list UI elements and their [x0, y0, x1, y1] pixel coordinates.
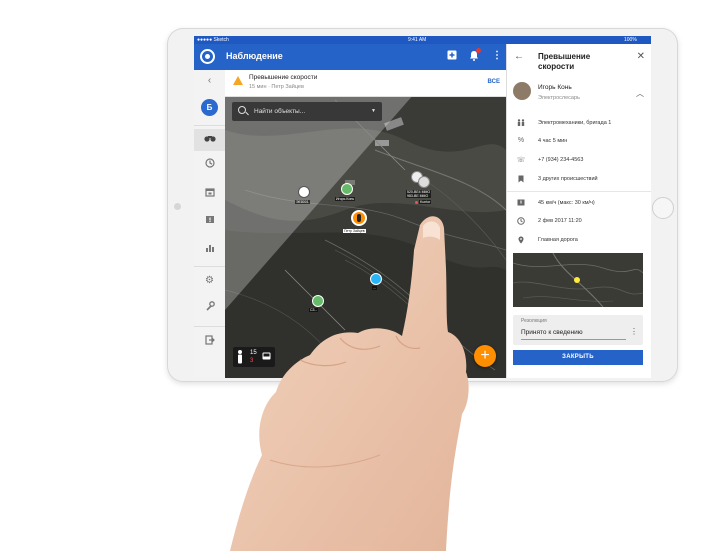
map-marker-person[interactable] [341, 183, 353, 195]
map-marker-label: ЭЕ8001 [295, 200, 310, 204]
panel-divider [507, 191, 651, 192]
detail-row-duration: % 4 час 5 мин [507, 135, 651, 149]
people-count: 15 [250, 350, 257, 356]
employee-avatar [513, 82, 531, 100]
mini-map[interactable] [513, 253, 643, 307]
notification-subtitle: 15 мин · Петр Зайцев [249, 84, 304, 90]
team-icon [516, 119, 526, 128]
search-icon [238, 106, 246, 114]
wrench-icon[interactable] [194, 298, 225, 320]
map-marker-label: Игорь Конь [335, 197, 356, 201]
detail-row-team: Электромеханики, бригада 1 [507, 117, 651, 131]
dropdown-arrow-icon[interactable]: ▼ [371, 108, 376, 114]
close-incident-button[interactable]: ЗАКРЫТЬ [513, 350, 643, 365]
map-marker-cluster[interactable] [418, 176, 430, 188]
map-marker-truck[interactable] [298, 186, 310, 198]
speed-text: 45 км/ч (макс: 30 км/ч) [538, 200, 595, 206]
add-fab-button[interactable]: + [474, 345, 496, 367]
tablet-home-button[interactable] [652, 197, 674, 219]
bus-icon [262, 352, 271, 363]
user-avatar[interactable]: Б [201, 99, 218, 116]
app-logo-icon [200, 49, 215, 64]
people-alert-count: 3 [250, 358, 254, 364]
collapse-chevron-icon[interactable]: ‹ [194, 70, 225, 92]
map-marker-label: 420-540 ММО [419, 308, 444, 312]
location-text: Главная дорога [538, 237, 578, 243]
back-arrow-icon[interactable]: ← [514, 51, 524, 62]
employee-name: Игорь Конь [538, 84, 572, 91]
rail-divider [194, 326, 225, 327]
map-marker-label: С3... [309, 308, 319, 312]
status-battery: 100% [624, 37, 637, 43]
history-icon[interactable] [194, 155, 225, 177]
percent-icon: % [517, 137, 525, 144]
notification-title: Превышение скорости [249, 74, 318, 81]
incidents-text[interactable]: 3 других происшествий [538, 176, 598, 182]
chevron-up-icon[interactable]: ︿ [636, 88, 644, 99]
binoculars-icon[interactable] [194, 129, 225, 151]
close-icon[interactable]: ✕ [637, 51, 645, 62]
location-pin-icon [516, 236, 526, 246]
detail-row-location: Главная дорога [507, 234, 651, 248]
detail-row-phone: ☏ +7 (934) 234-4563 [507, 154, 651, 168]
resolution-underline [521, 339, 626, 340]
app-title: Наблюдение [226, 51, 283, 61]
status-carrier: ●●●●● Sketch [197, 37, 229, 43]
tablet-camera [174, 203, 181, 210]
add-box-icon[interactable] [447, 50, 457, 64]
place-dot [415, 201, 418, 204]
employee-role: Электрослесарь [538, 95, 580, 101]
datetime-text: 2 фев 2017 11:20 [538, 218, 582, 224]
exit-icon[interactable] [194, 332, 225, 354]
resolution-select[interactable]: Резолюция Принято к сведению ⋮ [513, 315, 643, 345]
status-time: 9:41 AM [408, 37, 427, 43]
warning-icon [233, 76, 243, 85]
app-bar: Наблюдение ⋮ [194, 44, 506, 70]
map-marker-label: Kuntor [419, 200, 432, 204]
sidebar-rail: ‹ Б ⚙ [194, 70, 226, 378]
mini-map-terrain [513, 253, 643, 307]
search-input[interactable]: Найти объекты... [254, 108, 305, 115]
view-all-link[interactable]: ВСЕ [488, 79, 500, 85]
detail-row-incidents: 3 других происшествий [507, 173, 651, 187]
bar-chart-icon[interactable] [194, 240, 225, 262]
map-marker-label: 520-ВЕ4 ММО 983-ВЕ ММО [406, 190, 432, 198]
rail-divider [194, 266, 225, 267]
map-marker-vehicle[interactable] [370, 273, 382, 285]
detail-row-speed: 45 км/ч (макс: 30 км/ч) [507, 197, 651, 211]
panel-title: Превышение скорости [538, 52, 591, 71]
incident-details-panel: ← Превышение скорости ✕ Игорь Конь Элект… [506, 44, 651, 378]
map-marker-label: Петр Зайцев [343, 229, 366, 233]
more-vert-icon[interactable]: ⋮ [492, 50, 502, 62]
notification-badge [476, 48, 481, 53]
clock-icon [516, 217, 526, 227]
calendar-icon[interactable] [194, 184, 225, 206]
settings-gears-icon[interactable]: ⚙ [194, 270, 225, 292]
object-counter[interactable]: 15 3 [233, 347, 275, 367]
map-marker-alert-person[interactable] [351, 210, 367, 226]
resolution-label: Резолюция [521, 318, 547, 324]
resolution-value[interactable]: Принято к сведению [521, 329, 583, 336]
incident-notification[interactable]: Превышение скорости 15 мин · Петр Зайцев… [225, 70, 506, 97]
status-bar: ●●●●● Sketch 9:41 AM 100% [194, 36, 651, 44]
search-bar[interactable]: Найти объекты... ▼ [232, 102, 382, 121]
report-icon[interactable] [194, 212, 225, 234]
more-vert-icon[interactable]: ⋮ [630, 327, 638, 336]
team-text: Электромеханики, бригада 1 [538, 120, 612, 126]
detail-row-datetime: 2 фев 2017 11:20 [507, 215, 651, 229]
bookmark-icon [516, 175, 526, 185]
map-marker-vehicle[interactable] [312, 295, 324, 307]
duration-text: 4 час 5 мин [538, 138, 568, 144]
alert-message-icon [516, 199, 526, 209]
person-icon [237, 350, 243, 367]
map-marker-vehicle[interactable] [424, 294, 436, 306]
person-icon [357, 214, 361, 222]
map-marker-label: ... [372, 286, 377, 290]
incident-location-dot [574, 277, 580, 283]
rail-divider [194, 125, 225, 126]
phone-text[interactable]: +7 (934) 234-4563 [538, 157, 583, 163]
phone-icon: ☏ [516, 157, 526, 164]
app-screen: ●●●●● Sketch 9:41 AM 100% Наблюдение ⋮ ‹… [194, 36, 651, 378]
